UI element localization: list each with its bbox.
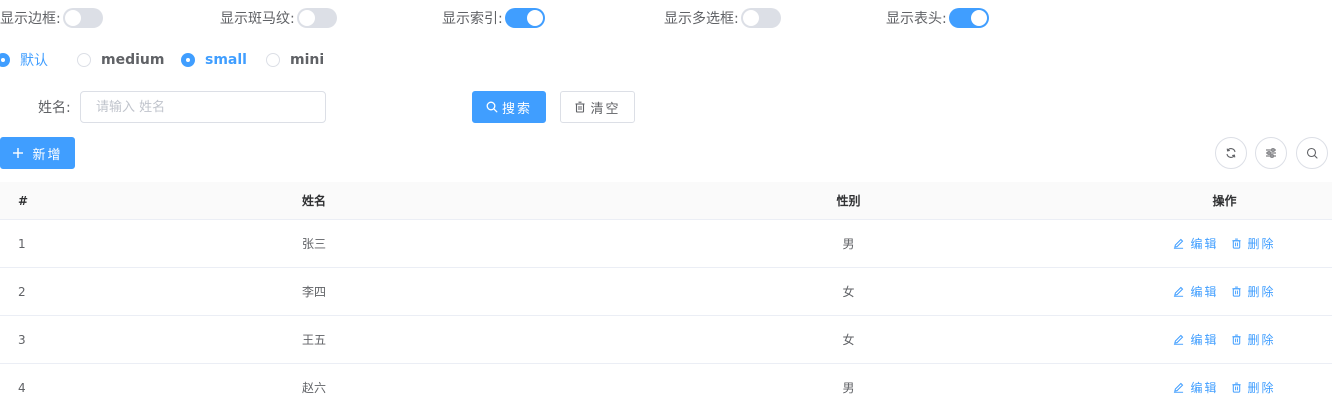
switch-knob (64, 10, 81, 26)
switch-knob (526, 10, 543, 26)
toggle-index-label: 显示索引: (442, 11, 503, 27)
edit-icon (1174, 382, 1184, 393)
toggle-index-switch[interactable] (504, 8, 545, 28)
cell-actions: 编辑 删除 (1118, 220, 1331, 267)
delete-label: 删除 (1247, 237, 1276, 251)
search-icon (486, 101, 498, 113)
delete-label: 删除 (1247, 381, 1276, 395)
toggle-stripe-label: 显示斑马纹: (220, 11, 295, 27)
edit-button[interactable]: 编辑 (1173, 235, 1218, 252)
trash-icon (1231, 238, 1241, 249)
cell-name: 张三 (302, 237, 327, 251)
toggle-border-label: 显示边框: (0, 11, 61, 27)
refresh-button[interactable] (1215, 137, 1247, 169)
delete-label: 删除 (1247, 333, 1276, 347)
radio-label: 默认 (20, 53, 48, 69)
radio-label: small (205, 52, 247, 68)
edit-icon (1174, 238, 1184, 249)
user-table: # 姓名 性别 操作 1 张三 男 编辑 删除 2 李四 女 编辑 删除 3 王… (0, 182, 1332, 400)
toggle-stripe: 显示斑马纹: (220, 8, 337, 28)
add-button-label: 新增 (32, 147, 63, 163)
edit-icon (1174, 286, 1184, 297)
edit-icon (1174, 334, 1184, 345)
table-header: # 姓名 性别 操作 (0, 182, 1332, 220)
radio-size-small[interactable]: small (181, 52, 247, 68)
cell-index: 4 (18, 380, 26, 395)
delete-button[interactable]: 删除 (1231, 235, 1276, 252)
radio-label: medium (101, 52, 165, 68)
search-button[interactable]: 搜索 (472, 91, 546, 123)
cell-gender: 男 (842, 381, 855, 395)
toggle-index: 显示索引: (442, 8, 545, 28)
search-button-label: 搜索 (501, 101, 532, 117)
sliders-icon (1266, 148, 1276, 158)
radio-dot (77, 53, 91, 67)
toggle-selection: 显示多选框: (664, 8, 781, 28)
radio-label: mini (290, 52, 325, 68)
cell-index: 3 (18, 332, 26, 347)
switch-knob (298, 10, 315, 26)
toggle-border: 显示边框: (0, 8, 103, 28)
delete-button[interactable]: 删除 (1231, 283, 1276, 300)
radio-dot (181, 53, 195, 67)
table-row: 3 王五 女 编辑 删除 (0, 316, 1332, 364)
edit-label: 编辑 (1190, 381, 1219, 395)
delete-button[interactable]: 删除 (1231, 379, 1276, 396)
radio-dot (0, 53, 10, 67)
header-name: 姓名 (302, 194, 327, 208)
toggle-header: 显示表头: (886, 8, 989, 28)
table-row: 1 张三 男 编辑 删除 (0, 220, 1332, 268)
cell-actions: 编辑 删除 (1118, 316, 1331, 363)
cell-index: 1 (18, 236, 26, 251)
column-settings-button[interactable] (1255, 137, 1287, 169)
trash-icon (1231, 286, 1241, 297)
trash-icon (1231, 382, 1241, 393)
cell-name: 李四 (302, 285, 327, 299)
toggle-border-switch[interactable] (62, 8, 103, 28)
radio-dot (266, 53, 280, 67)
clear-button[interactable]: 清空 (560, 91, 635, 123)
delete-label: 删除 (1247, 285, 1276, 299)
edit-label: 编辑 (1190, 285, 1219, 299)
header-actions: 操作 (1212, 194, 1237, 208)
cell-name: 赵六 (302, 381, 327, 395)
trash-icon (575, 101, 585, 113)
edit-button[interactable]: 编辑 (1173, 283, 1218, 300)
header-gender: 性别 (836, 194, 861, 208)
cell-gender: 女 (842, 285, 855, 299)
toggle-selection-label: 显示多选框: (664, 11, 739, 27)
toggle-search-button[interactable] (1296, 137, 1328, 169)
edit-button[interactable]: 编辑 (1173, 331, 1218, 348)
toggle-header-label: 显示表头: (886, 11, 947, 27)
name-search-input[interactable] (80, 91, 326, 123)
table-row: 2 李四 女 编辑 删除 (0, 268, 1332, 316)
toggle-selection-switch[interactable] (740, 8, 781, 28)
edit-label: 编辑 (1190, 333, 1219, 347)
switch-knob (742, 10, 759, 26)
toggle-header-switch[interactable] (948, 8, 989, 28)
add-button[interactable]: 新增 (0, 137, 75, 169)
clear-button-label: 清空 (590, 101, 621, 117)
cell-name: 王五 (302, 333, 327, 347)
cell-actions: 编辑 删除 (1118, 364, 1331, 400)
toggle-stripe-switch[interactable] (296, 8, 337, 28)
edit-button[interactable]: 编辑 (1173, 379, 1218, 396)
radio-size-medium[interactable]: medium (77, 52, 164, 68)
search-icon (1306, 147, 1318, 159)
plus-icon (13, 148, 24, 158)
switch-knob (970, 10, 987, 26)
header-index: # (18, 193, 29, 208)
trash-icon (1231, 334, 1241, 345)
cell-actions: 编辑 删除 (1118, 268, 1331, 315)
radio-size-default[interactable]: 默认 (0, 52, 48, 69)
refresh-icon (1226, 148, 1236, 158)
delete-button[interactable]: 删除 (1231, 331, 1276, 348)
cell-index: 2 (18, 284, 26, 299)
radio-size-mini[interactable]: mini (266, 52, 324, 68)
edit-label: 编辑 (1190, 237, 1219, 251)
table-row: 4 赵六 男 编辑 删除 (0, 364, 1332, 400)
cell-gender: 女 (842, 333, 855, 347)
name-label: 姓名: (38, 100, 71, 116)
cell-gender: 男 (842, 237, 855, 251)
